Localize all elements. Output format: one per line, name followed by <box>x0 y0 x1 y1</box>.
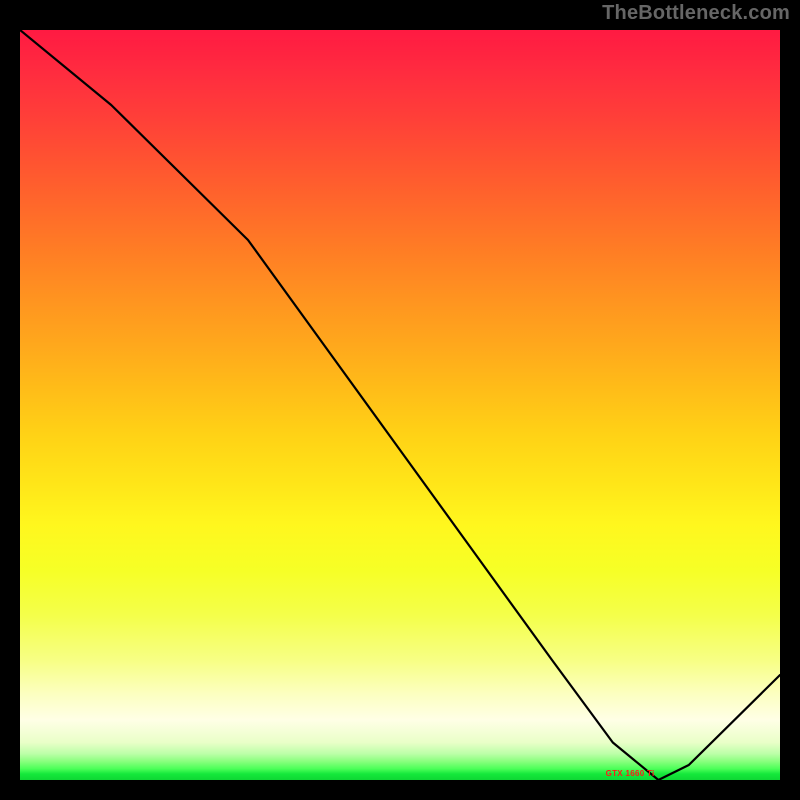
gpu-model-label: GTX 1660 Ti <box>606 769 655 778</box>
bottleneck-curve <box>20 30 780 780</box>
attribution-text: TheBottleneck.com <box>602 2 790 25</box>
plot-area: GTX 1660 Ti <box>20 30 780 780</box>
chart-stage: TheBottleneck.com GTX 1660 Ti <box>0 0 800 800</box>
